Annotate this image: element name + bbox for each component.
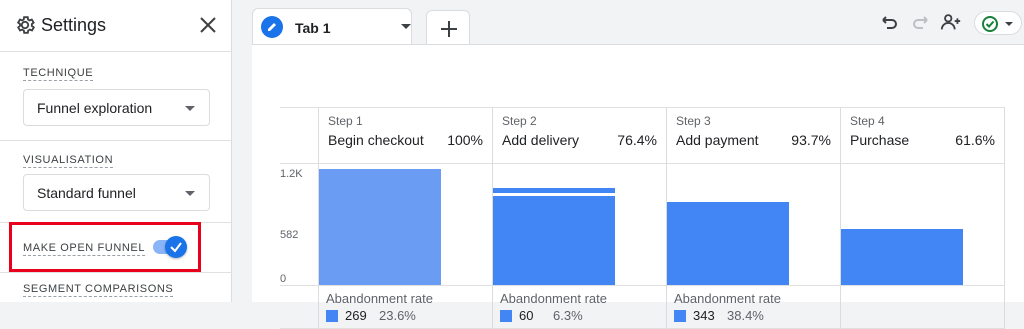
sidebar-header: Settings (0, 0, 232, 52)
funnel-bar[interactable] (667, 202, 789, 285)
abandonment-label: Abandonment rate (674, 291, 781, 306)
status-button[interactable] (974, 11, 1022, 35)
exploration-main: Tab 1 1.2K 582 0 Step 1 Begin checkout 100… (240, 0, 1024, 329)
abandonment-swatch (674, 310, 686, 322)
step-number: Step 1 (328, 114, 363, 128)
divider (0, 140, 232, 141)
visualisation-value: Standard funnel (37, 185, 136, 201)
abandonment-rate: 23.6% (379, 308, 416, 323)
step-number: Step 2 (502, 114, 537, 128)
abandonment-label: Abandonment rate (500, 291, 607, 306)
technique-value: Funnel exploration (37, 100, 153, 116)
step-number: Step 3 (676, 114, 711, 128)
chevron-down-icon (185, 106, 195, 111)
abandonment-rate: 38.4% (727, 308, 764, 323)
redo-icon[interactable] (910, 11, 932, 33)
step-percent: 93.7% (791, 132, 831, 148)
funnel-step-2[interactable]: Step 2 Add delivery 76.4% Abandonment rate 6… (492, 107, 666, 329)
funnel-bar[interactable] (319, 169, 441, 285)
checkmark-icon (170, 242, 182, 253)
share-users-icon[interactable] (940, 11, 962, 33)
toggle-knob[interactable] (165, 236, 187, 258)
exploration-canvas: 1.2K 582 0 Step 1 Begin checkout 100% Aband… (252, 44, 1024, 329)
gear-icon (16, 16, 36, 34)
abandonment-rate: 6.3% (553, 308, 583, 323)
step-percent: 76.4% (617, 132, 657, 148)
funnel-bar[interactable] (841, 229, 963, 285)
open-funnel-label: MAKE OPEN FUNNEL (23, 242, 146, 256)
funnel-bar-open-entry[interactable] (493, 188, 615, 193)
close-icon[interactable] (198, 15, 218, 35)
check-circle-icon (982, 16, 1013, 32)
y-tick: 0 (280, 273, 287, 285)
settings-sidebar: Settings TECHNIQUE Funnel exploration VI… (0, 0, 232, 302)
chart-right-border (1004, 107, 1005, 329)
y-tick: 1.2K (280, 168, 303, 180)
add-tab-button[interactable] (426, 10, 470, 45)
funnel-step-4[interactable]: Step 4 Purchase 61.6% (840, 107, 1004, 329)
technique-label: TECHNIQUE (23, 67, 94, 81)
chevron-down-icon[interactable] (401, 24, 411, 29)
step-name: Begin checkout (328, 132, 424, 148)
step-percent: 100% (447, 132, 483, 148)
abandonment-swatch (500, 310, 512, 322)
abandonment-swatch (326, 310, 338, 322)
sidebar-title: Settings (41, 15, 107, 35)
funnel-bar[interactable] (493, 196, 615, 285)
visualisation-label: VISUALISATION (23, 154, 114, 168)
abandonment-count: 269 (345, 308, 367, 323)
plus-icon (441, 21, 457, 37)
step-name: Add delivery (502, 132, 580, 148)
abandonment-count: 60 (519, 308, 534, 323)
y-tick: 582 (280, 229, 299, 241)
funnel-step-3[interactable]: Step 3 Add payment 93.7% Abandonment rate 34… (666, 107, 840, 329)
step-percent: 61.6% (955, 132, 995, 148)
step-name: Purchase (850, 132, 910, 148)
tab-1[interactable]: Tab 1 (252, 8, 412, 45)
tab-label: Tab 1 (295, 20, 331, 36)
technique-select[interactable]: Funnel exploration (23, 89, 210, 126)
funnel-chart: 1.2K 582 0 Step 1 Begin checkout 100% Aband… (280, 107, 1005, 329)
step-name: Add payment (676, 132, 759, 148)
step-number: Step 4 (850, 114, 885, 128)
pencil-icon (261, 16, 283, 38)
undo-icon[interactable] (878, 11, 900, 33)
funnel-step-1[interactable]: Step 1 Begin checkout 100% Abandonment rate… (318, 107, 492, 329)
y-axis: 1.2K 582 0 (280, 107, 318, 329)
abandonment-count: 343 (693, 308, 715, 323)
visualisation-select[interactable]: Standard funnel (23, 174, 210, 211)
segment-comparisons-label: SEGMENT COMPARISONS (23, 283, 174, 297)
abandonment-label: Abandonment rate (326, 291, 433, 306)
divider (0, 272, 232, 273)
chevron-down-icon (185, 191, 195, 196)
